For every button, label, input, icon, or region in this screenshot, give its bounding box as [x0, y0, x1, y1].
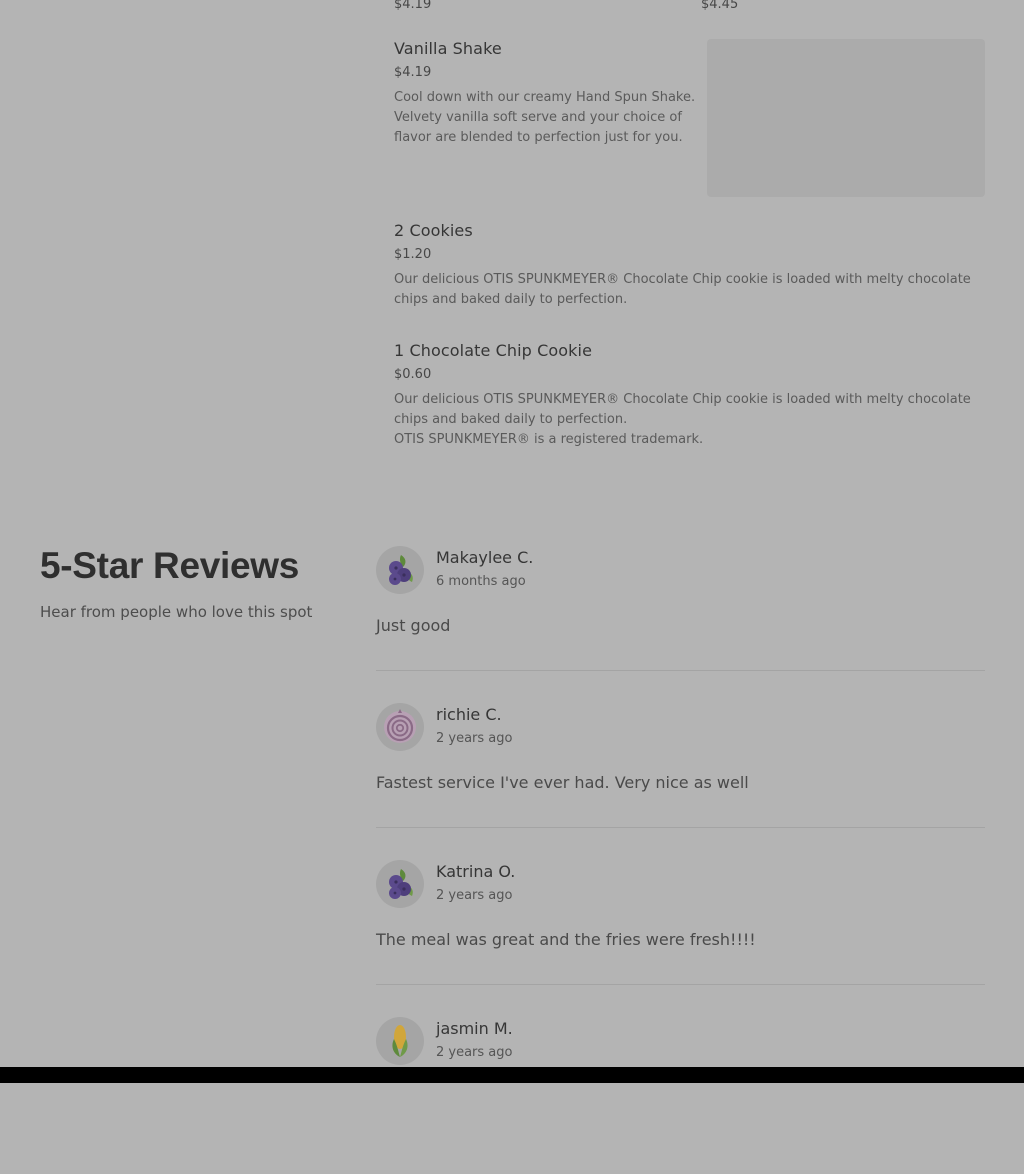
onion-icon — [376, 703, 424, 751]
review-date: 6 months ago — [436, 574, 526, 589]
review-text: The meal was great and the fries were fr… — [376, 930, 756, 949]
review-text: Just good — [376, 616, 451, 635]
menu-item-name: 1 Chocolate Chip Cookie — [394, 341, 593, 360]
menu-item-price: $1.20 — [394, 247, 432, 262]
reviews-subtitle: Hear from people who love this spot — [40, 603, 313, 621]
menu-item-price: $4.19 — [394, 65, 432, 80]
reviewer-name: Katrina O. — [436, 862, 516, 881]
bottom-bar — [0, 1067, 1024, 1083]
divider — [376, 984, 985, 985]
review-card: Katrina O. 2 years ago The meal was grea… — [376, 860, 985, 1017]
top-item-price-left: $4.19 — [394, 0, 432, 12]
reviews-title: 5-Star Reviews — [40, 545, 300, 586]
review-card: jasmin M. 2 years ago — [376, 1017, 985, 1174]
reviewer-name: Makaylee C. — [436, 548, 534, 567]
menu-item-image — [707, 39, 985, 197]
menu-item-description: Cool down with our creamy Hand Spun Shak… — [394, 90, 696, 145]
corn-icon — [376, 1017, 424, 1065]
divider — [376, 827, 985, 828]
review-date: 2 years ago — [436, 1045, 513, 1060]
review-date: 2 years ago — [436, 731, 513, 746]
reviewer-name: richie C. — [436, 705, 502, 724]
review-card: richie C. 2 years ago Fastest service I'… — [376, 703, 985, 860]
review-card: Makaylee C. 6 months ago Just good — [376, 546, 985, 703]
review-date: 2 years ago — [436, 888, 513, 903]
menu-item-description: Our delicious OTIS SPUNKMEYER® Chocolate… — [394, 392, 971, 447]
blueberry-icon — [376, 546, 424, 594]
menu-item-price: $0.60 — [394, 367, 432, 382]
reviewer-name: jasmin M. — [436, 1019, 513, 1038]
menu-item-name: Vanilla Shake — [394, 39, 502, 58]
divider — [376, 670, 985, 671]
menu-item-name: 2 Cookies — [394, 221, 473, 240]
review-text: Fastest service I've ever had. Very nice… — [376, 773, 749, 792]
menu-item-description: Our delicious OTIS SPUNKMEYER® Chocolate… — [394, 272, 971, 307]
blueberry-icon — [376, 860, 424, 908]
top-item-price-right: $4.45 — [701, 0, 739, 12]
